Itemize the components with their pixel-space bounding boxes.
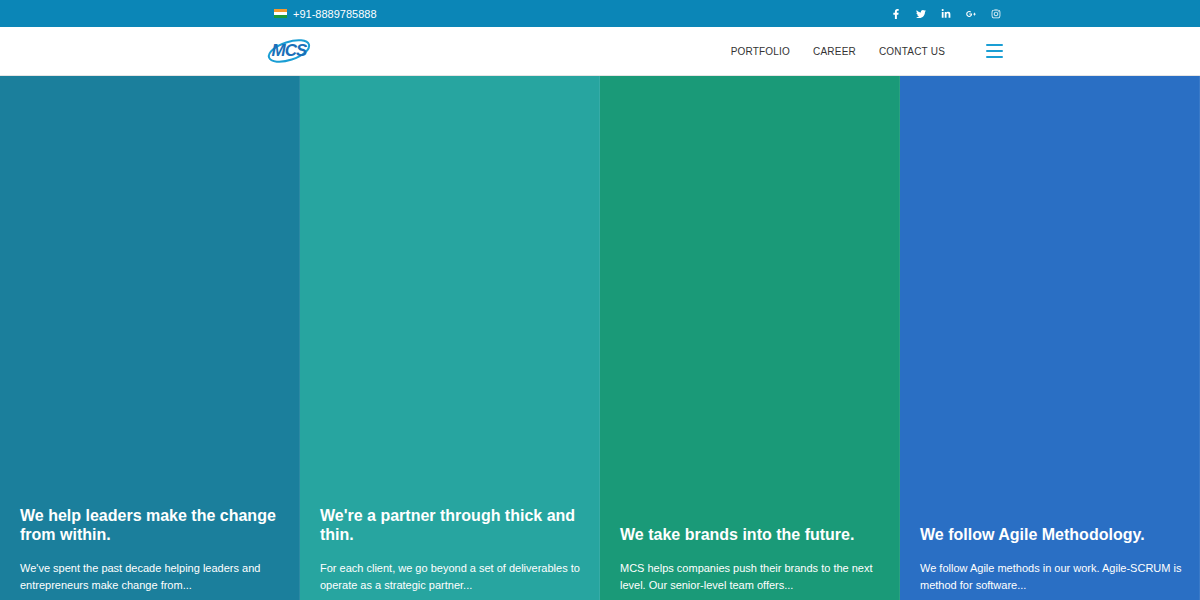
instagram-icon[interactable] xyxy=(991,9,1001,19)
nav-link[interactable]: CAREER xyxy=(813,46,856,57)
menu-icon[interactable] xyxy=(986,44,1003,58)
linkedin-icon[interactable] xyxy=(941,9,951,19)
phone-number[interactable]: +91-8889785888 xyxy=(293,8,377,20)
india-flag-icon xyxy=(274,9,287,18)
feature-panels: We help leaders make the change from wit… xyxy=(0,76,1200,600)
panel-title: We follow Agile Methodology. xyxy=(920,525,1183,544)
panel-description: For each client, we go beyond a set of d… xyxy=(320,560,583,594)
nav: PORTFOLIO CAREER CONTACT US xyxy=(731,44,1003,58)
feature-panel[interactable]: We take brands into the future. MCS helps… xyxy=(600,76,900,600)
logo-text: MCS xyxy=(272,41,307,61)
panel-description: We follow Agile methods in our work. Agi… xyxy=(920,560,1183,594)
nav-link[interactable]: CONTACT US xyxy=(879,46,945,57)
panel-title: We take brands into the future. xyxy=(620,525,883,544)
phone[interactable]: +91-8889785888 xyxy=(274,8,377,20)
google-plus-icon[interactable] xyxy=(966,9,976,19)
nav-link[interactable]: PORTFOLIO xyxy=(731,46,790,57)
panel-title: We help leaders make the change from wit… xyxy=(20,506,283,544)
panel-title: We're a partner through thick and thin. xyxy=(320,506,583,544)
social-links xyxy=(891,9,1003,19)
header: MCS PORTFOLIO CAREER CONTACT US xyxy=(0,27,1200,76)
twitter-icon[interactable] xyxy=(916,9,926,19)
top-bar: +91-8889785888 xyxy=(0,0,1200,27)
panel-description: We've spent the past decade helping lead… xyxy=(20,560,283,594)
page: +91-8889785888 MCS PORTFOLIO CAREER CONTACT … xyxy=(0,0,1200,600)
facebook-icon[interactable] xyxy=(891,9,901,19)
feature-panel[interactable]: We help leaders make the change from wit… xyxy=(0,76,300,600)
feature-panel[interactable]: We're a partner through thick and thin. F… xyxy=(300,76,600,600)
panel-description: MCS helps companies push their brands to… xyxy=(620,560,883,594)
feature-panel[interactable]: We follow Agile Methodology. We follow Ag… xyxy=(900,76,1200,600)
logo[interactable]: MCS xyxy=(265,33,313,69)
